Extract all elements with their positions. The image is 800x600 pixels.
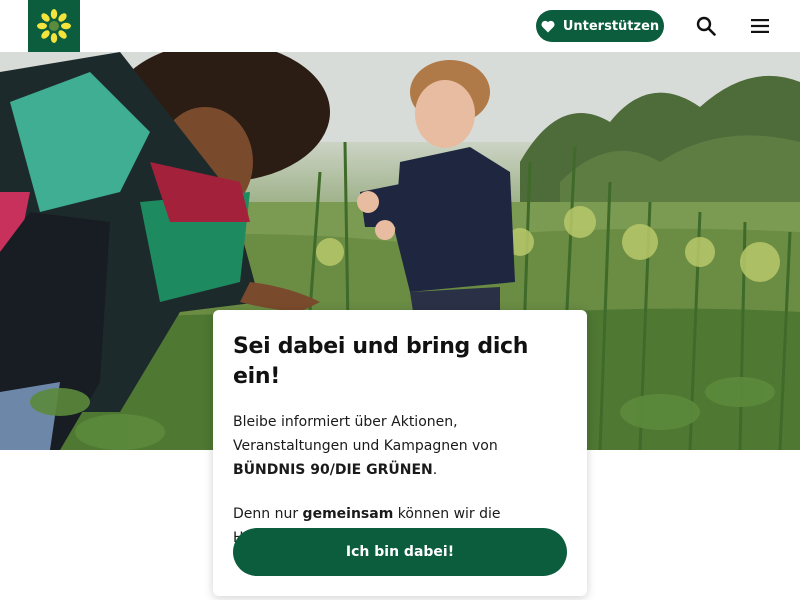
info-text-end: . — [432, 462, 438, 478]
sunflower-icon — [37, 9, 71, 43]
support-button[interactable]: Unterstützen — [536, 10, 664, 42]
sunflower-logo[interactable] — [28, 0, 80, 52]
signup-card: Sei dabei und bring dich ein! Bleibe inf… — [213, 310, 587, 596]
search-button[interactable] — [694, 14, 718, 38]
info-text-start: Bleibe informiert über Aktionen, Veranst… — [233, 414, 498, 454]
join-button[interactable]: Ich bin dabei! — [233, 528, 567, 576]
support-button-label: Unterstützen — [562, 18, 660, 34]
together-text-start: Denn nur — [233, 506, 303, 522]
menu-icon — [751, 19, 769, 33]
card-title: Sei dabei und bring dich ein! — [233, 334, 529, 389]
card-paragraph-info: Bleibe informiert über Aktionen, Veranst… — [233, 410, 567, 482]
heart-icon — [541, 20, 555, 32]
site-header: Unterstützen — [0, 0, 800, 52]
search-icon — [696, 16, 716, 36]
together-emphasis: gemeinsam — [302, 506, 394, 522]
party-name: BÜNDNIS 90/DIE GRÜNEN — [233, 462, 433, 478]
menu-button[interactable] — [748, 14, 772, 38]
